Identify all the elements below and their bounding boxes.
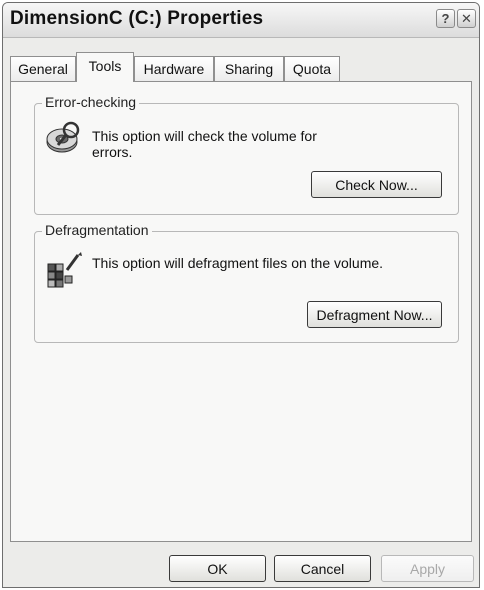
- cancel-button[interactable]: Cancel: [274, 555, 371, 582]
- tab-tools[interactable]: Tools: [76, 52, 134, 82]
- tab-sharing[interactable]: Sharing: [214, 56, 284, 81]
- tab-quota[interactable]: Quota: [284, 56, 340, 81]
- disk-check-icon: [45, 120, 83, 163]
- close-button[interactable]: ✕: [457, 9, 476, 28]
- error-checking-description-line2: errors.: [92, 144, 133, 160]
- defragment-icon: [45, 250, 83, 295]
- tab-general[interactable]: General: [10, 56, 76, 81]
- window-title: DimensionC (C:) Properties: [10, 8, 264, 29]
- help-button[interactable]: ?: [436, 9, 455, 28]
- tab-hardware[interactable]: Hardware: [134, 56, 214, 81]
- defragmentation-description: This option will defragment files on the…: [92, 255, 384, 271]
- title-bar[interactable]: DimensionC (C:) Properties ? ✕: [3, 3, 479, 38]
- error-checking-heading: Error-checking: [42, 94, 140, 110]
- defragmentation-heading: Defragmentation: [42, 222, 152, 238]
- check-now-button[interactable]: Check Now...: [311, 171, 442, 198]
- error-checking-group: Error-checking This option will check th…: [34, 94, 459, 215]
- apply-button[interactable]: Apply: [381, 555, 474, 582]
- error-checking-description-line1: This option will check the volume for: [92, 128, 317, 144]
- properties-dialog: DimensionC (C:) Properties ? ✕ General T…: [2, 2, 480, 588]
- ok-button[interactable]: OK: [169, 555, 266, 582]
- defragment-now-button[interactable]: Defragment Now...: [307, 301, 442, 328]
- defragmentation-group: Defragmentation This option will defragm…: [34, 222, 459, 343]
